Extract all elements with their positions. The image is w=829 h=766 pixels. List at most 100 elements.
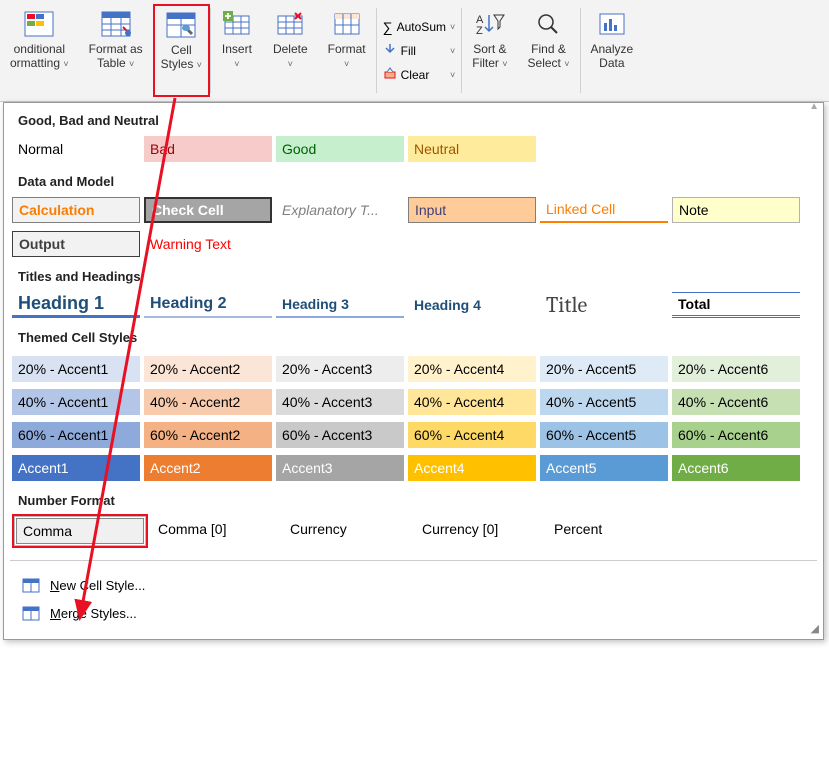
style-output[interactable]: Output (12, 231, 140, 257)
style-accent2[interactable]: Accent2 (144, 455, 272, 481)
insert-button[interactable]: Insert˅ (217, 6, 257, 73)
section-themed: Themed Cell Styles (4, 320, 823, 351)
style-input[interactable]: Input (408, 197, 536, 223)
style-60-accent1[interactable]: 60% - Accent1 (12, 422, 140, 448)
clear-icon (383, 66, 397, 83)
style-heading2[interactable]: Heading 2 (144, 292, 272, 318)
resize-grip-icon[interactable]: ◢ (811, 622, 819, 635)
style-40-accent4[interactable]: 40% - Accent4 (408, 389, 536, 415)
format-icon (331, 8, 363, 40)
style-40-accent1[interactable]: 40% - Accent1 (12, 389, 140, 415)
style-note[interactable]: Note (672, 197, 800, 223)
delete-label: Delete (273, 42, 308, 56)
style-60-accent5[interactable]: 60% - Accent5 (540, 422, 668, 448)
merge-styles-icon (22, 604, 40, 622)
style-60-accent6[interactable]: 60% - Accent6 (672, 422, 800, 448)
merge-styles-menu[interactable]: Merge Styles... (14, 599, 813, 627)
style-heading4[interactable]: Heading 4 (408, 292, 536, 318)
cell-styles-dropdown: ▲ Good, Bad and Neutral Normal Bad Good … (3, 102, 824, 640)
conditional-formatting-label: onditionalormatting ˅ (10, 42, 69, 70)
style-40-accent3[interactable]: 40% - Accent3 (276, 389, 404, 415)
format-button[interactable]: Format˅ (324, 6, 370, 73)
section-titles-headings: Titles and Headings (4, 259, 823, 290)
style-accent6[interactable]: Accent6 (672, 455, 800, 481)
style-20-accent1[interactable]: 20% - Accent1 (12, 356, 140, 382)
style-comma0[interactable]: Comma [0] (152, 516, 280, 542)
delete-icon (274, 8, 306, 40)
merge-styles-label: Merge Styles... (50, 606, 137, 621)
style-20-accent3[interactable]: 20% - Accent3 (276, 356, 404, 382)
style-title[interactable]: Title (540, 292, 668, 318)
analyze-data-icon (596, 8, 628, 40)
format-label: Format (328, 42, 366, 56)
sigma-icon: ∑ (383, 19, 393, 35)
analyze-data-label: AnalyzeData (591, 42, 634, 70)
style-heading1[interactable]: Heading 1 (12, 292, 140, 318)
autosum-label: AutoSum (397, 20, 446, 34)
new-cell-style-icon (22, 576, 40, 594)
style-comma[interactable]: Comma (16, 518, 144, 544)
style-calculation[interactable]: Calculation (12, 197, 140, 223)
style-20-accent6[interactable]: 20% - Accent6 (672, 356, 800, 382)
insert-group: Insert˅ (211, 4, 263, 97)
conditional-formatting-group: onditionalormatting ˅ (0, 4, 79, 97)
style-60-accent4[interactable]: 60% - Accent4 (408, 422, 536, 448)
fill-button[interactable]: Fill ˅ (383, 40, 456, 62)
style-total[interactable]: Total (672, 292, 800, 318)
style-40-accent5[interactable]: 40% - Accent5 (540, 389, 668, 415)
format-as-table-group: Format asTable ˅ (79, 4, 153, 97)
cell-styles-button[interactable]: CellStyles ˅ (157, 7, 206, 74)
style-check-cell[interactable]: Check Cell (144, 197, 272, 223)
sort-filter-button[interactable]: AZ Sort &Filter ˅ (468, 6, 511, 73)
style-20-accent2[interactable]: 20% - Accent2 (144, 356, 272, 382)
ribbon: onditionalormatting ˅ Format asTable ˅ C… (0, 0, 829, 102)
style-linked-cell[interactable]: Linked Cell (540, 197, 668, 223)
new-cell-style-label: New Cell Style... (50, 578, 145, 593)
find-select-label: Find &Select (528, 42, 566, 70)
style-accent3[interactable]: Accent3 (276, 455, 404, 481)
style-20-accent5[interactable]: 20% - Accent5 (540, 356, 668, 382)
sort-filter-group: AZ Sort &Filter ˅ (462, 4, 517, 97)
cell-styles-label: CellStyles (161, 43, 194, 71)
sort-filter-icon: AZ (474, 8, 506, 40)
style-60-accent2[interactable]: 60% - Accent2 (144, 422, 272, 448)
style-good[interactable]: Good (276, 136, 404, 162)
style-60-accent3[interactable]: 60% - Accent3 (276, 422, 404, 448)
clear-button[interactable]: Clear ˅ (383, 64, 456, 86)
style-warning-text[interactable]: Warning Text (144, 231, 272, 257)
style-accent4[interactable]: Accent4 (408, 455, 536, 481)
find-select-button[interactable]: Find &Select ˅ (524, 6, 574, 73)
fill-icon (383, 42, 397, 59)
insert-label: Insert (222, 42, 252, 56)
style-currency[interactable]: Currency (284, 516, 412, 542)
delete-button[interactable]: Delete˅ (269, 6, 312, 73)
style-40-accent6[interactable]: 40% - Accent6 (672, 389, 800, 415)
insert-icon (221, 8, 253, 40)
style-normal[interactable]: Normal (12, 136, 140, 162)
format-as-table-label: Format asTable (89, 42, 143, 70)
cell-styles-group: CellStyles ˅ (153, 4, 210, 97)
style-currency0[interactable]: Currency [0] (416, 516, 544, 542)
format-as-table-icon (100, 8, 132, 40)
style-bad[interactable]: Bad (144, 136, 272, 162)
svg-text:Z: Z (476, 25, 483, 37)
format-as-table-button[interactable]: Format asTable ˅ (85, 6, 147, 73)
analyze-data-button[interactable]: AnalyzeData (587, 6, 638, 72)
style-neutral[interactable]: Neutral (408, 136, 536, 162)
style-explanatory[interactable]: Explanatory T... (276, 197, 404, 223)
style-accent5[interactable]: Accent5 (540, 455, 668, 481)
new-cell-style-menu[interactable]: New Cell Style... (14, 571, 813, 599)
autosum-button[interactable]: ∑ AutoSum ˅ (383, 16, 456, 38)
conditional-formatting-icon (23, 8, 55, 40)
style-heading3[interactable]: Heading 3 (276, 292, 404, 318)
section-number-format: Number Format (4, 483, 823, 514)
scroll-up-icon[interactable]: ▲ (809, 101, 819, 112)
style-40-accent2[interactable]: 40% - Accent2 (144, 389, 272, 415)
style-20-accent4[interactable]: 20% - Accent4 (408, 356, 536, 382)
delete-group: Delete˅ (263, 4, 318, 97)
fill-label: Fill (401, 44, 416, 58)
conditional-formatting-button[interactable]: onditionalormatting ˅ (6, 6, 73, 73)
style-percent[interactable]: Percent (548, 516, 676, 542)
cell-styles-icon (165, 9, 197, 41)
style-accent1[interactable]: Accent1 (12, 455, 140, 481)
